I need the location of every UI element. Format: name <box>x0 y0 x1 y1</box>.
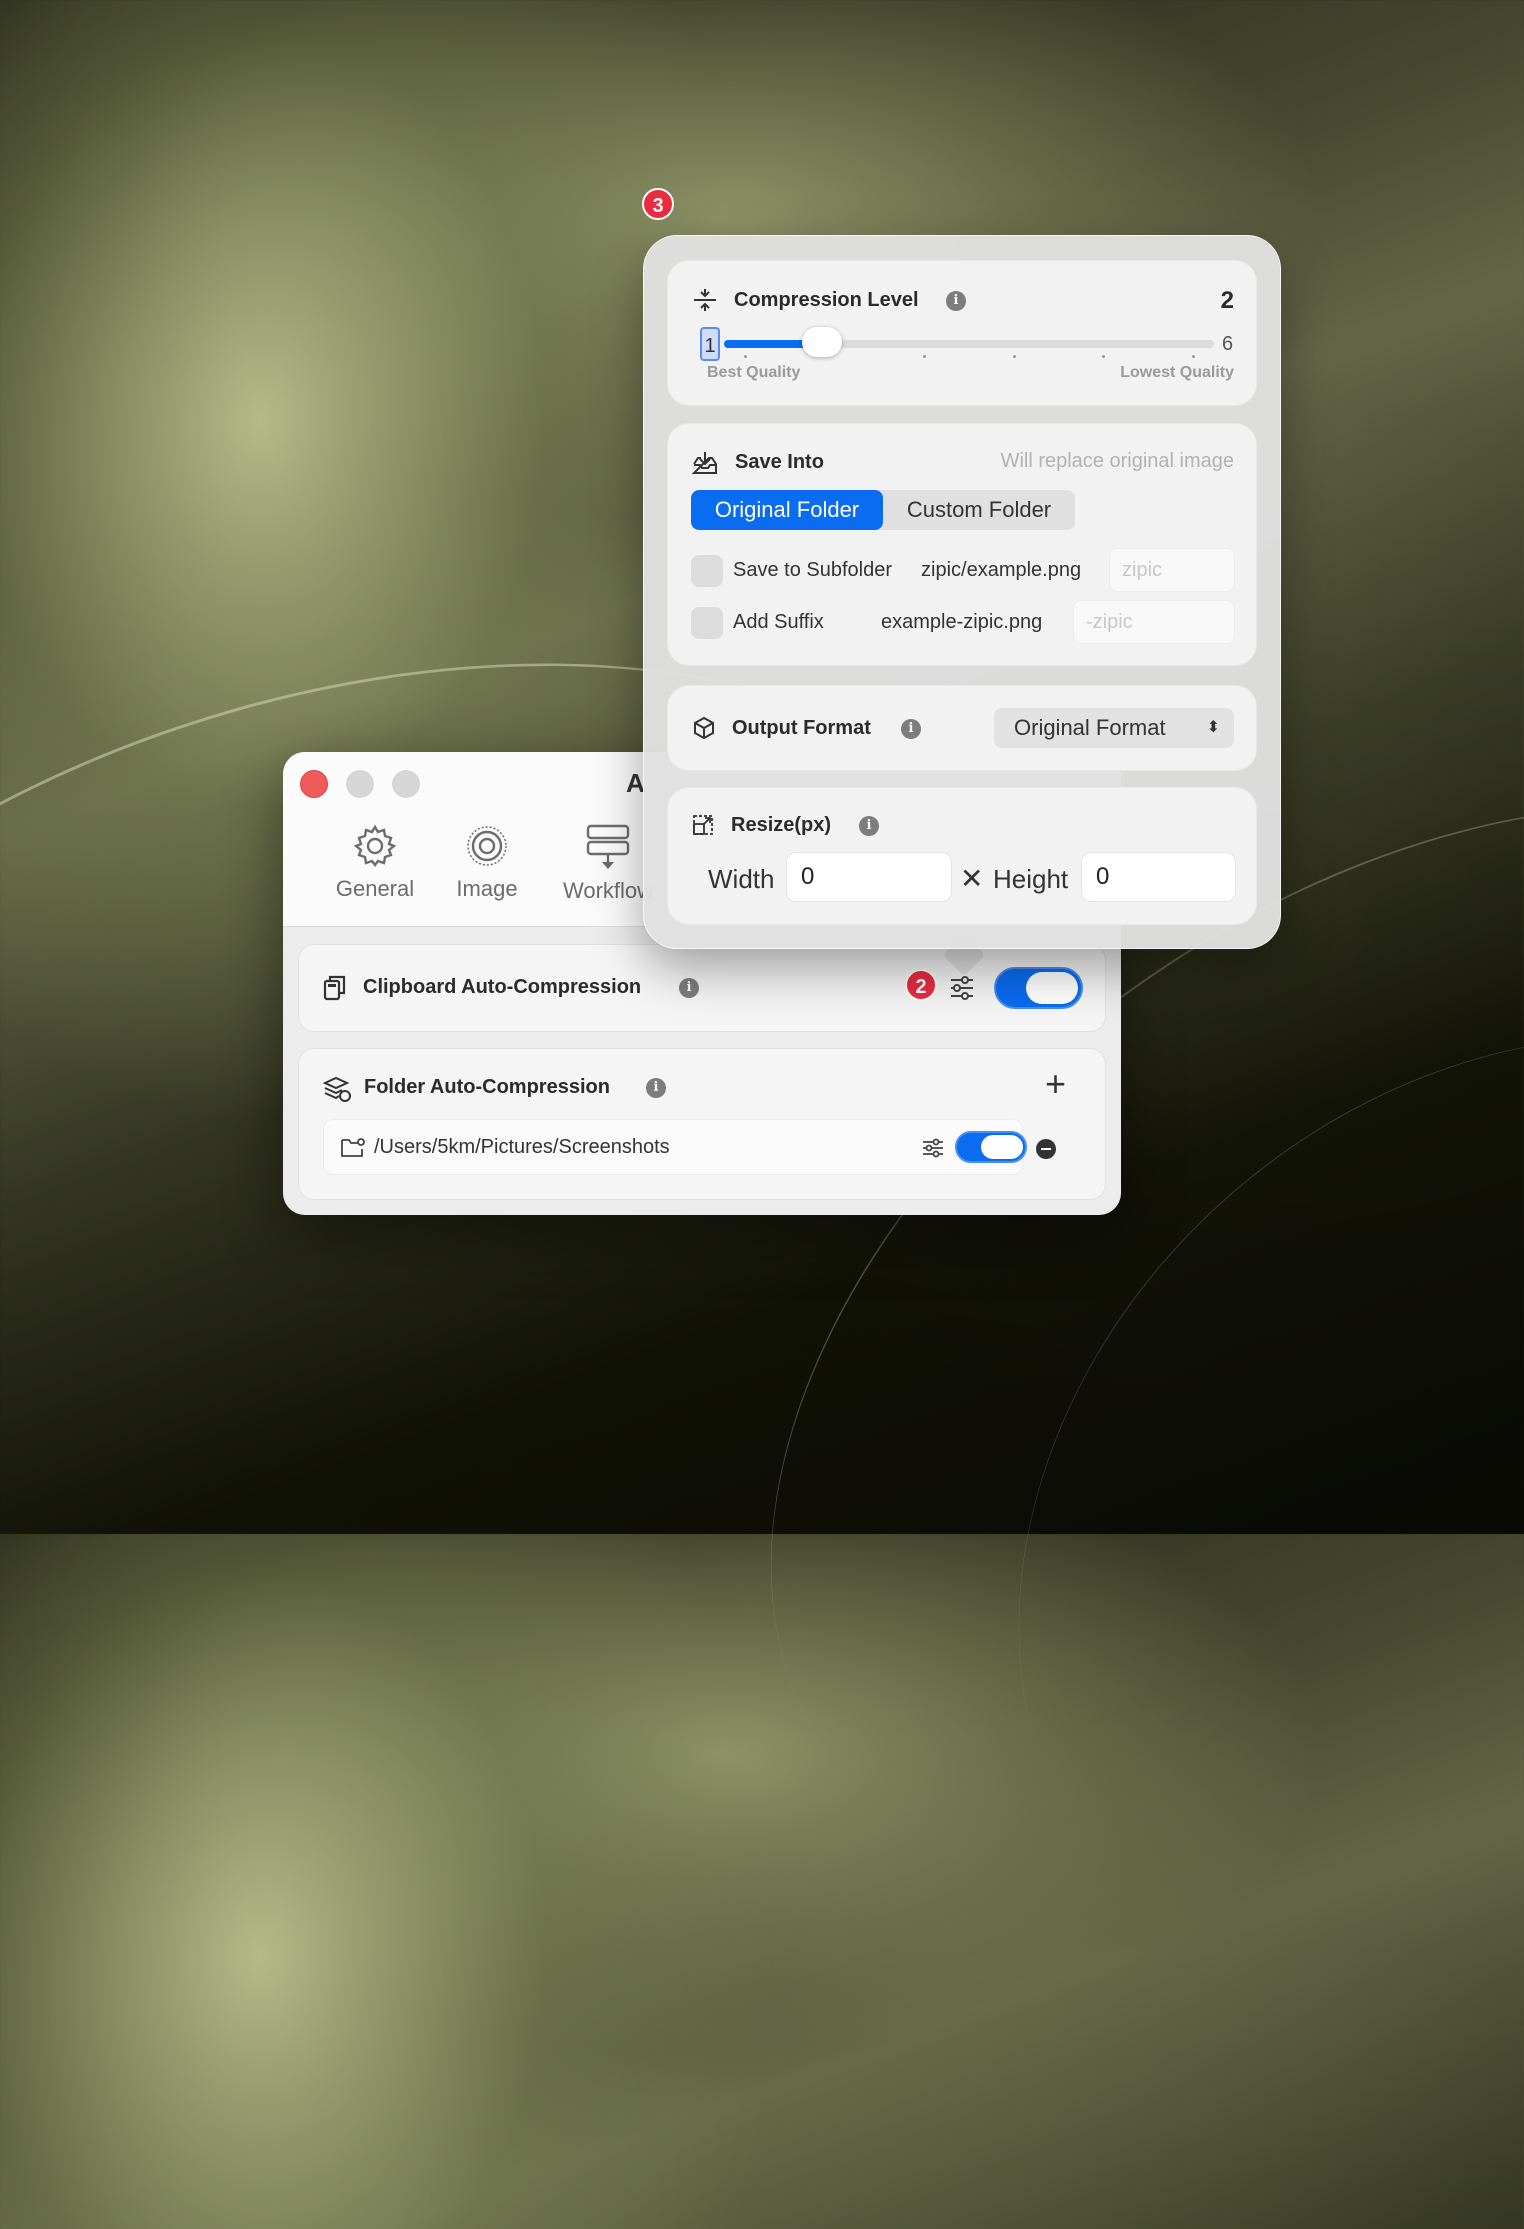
save-into-title: Save Into <box>735 451 824 473</box>
suffix-input[interactable]: -zipic <box>1073 600 1235 644</box>
compression-value: 2 <box>1220 287 1234 314</box>
suffix-label: Add Suffix <box>733 611 824 633</box>
tab-image-label: Image <box>456 876 518 901</box>
subfolder-checkbox[interactable] <box>691 555 723 587</box>
original-folder-option[interactable]: Original Folder <box>691 490 883 530</box>
output-format-select[interactable]: Original Format ⬍ <box>994 708 1234 748</box>
times-icon: ✕ <box>960 863 984 894</box>
add-folder-button[interactable]: + <box>1045 1063 1066 1105</box>
slider-tick <box>1102 355 1105 358</box>
toggle-knob <box>1026 972 1078 1004</box>
output-format-title: Output Format <box>732 717 871 739</box>
height-label: Height <box>993 864 1069 894</box>
step-badge: 3 <box>642 188 674 220</box>
minus-icon <box>1041 1148 1051 1150</box>
folder-path: /Users/5km/Pictures/Screenshots <box>374 1136 670 1158</box>
clipboard-title: Clipboard Auto-Compression <box>363 976 642 998</box>
slider-tick <box>1013 355 1016 358</box>
clipboard-icon <box>323 975 346 1001</box>
output-format-info-icon[interactable]: i <box>901 719 921 739</box>
tab-workflow-label: Workflow <box>562 878 654 903</box>
resize-info-icon[interactable]: i <box>859 816 879 836</box>
clipboard-card: Clipboard Auto-Compression i 2 <box>298 944 1106 1032</box>
slider-knob[interactable] <box>802 327 842 357</box>
compression-title: Compression Level <box>734 289 919 311</box>
output-format-value: Original Format <box>1014 715 1166 740</box>
save-hint: Will replace original image <box>1000 450 1234 472</box>
workflow-icon <box>586 824 630 869</box>
subfolder-example: zipic/example.png <box>921 559 1082 581</box>
gear-icon <box>353 824 397 867</box>
tab-image[interactable]: Image <box>445 824 529 902</box>
folder-gear-icon <box>341 1138 365 1157</box>
slider-tick <box>744 355 747 358</box>
slider-min-label: 1 <box>700 327 720 361</box>
save-tray-icon <box>692 452 717 474</box>
updown-chevron-icon: ⬍ <box>1206 719 1220 736</box>
width-input[interactable]: 0 <box>786 852 952 902</box>
zoom-button[interactable] <box>392 770 420 798</box>
custom-folder-option[interactable]: Custom Folder <box>883 490 1075 530</box>
folder-title: Folder Auto-Compression <box>364 1076 610 1098</box>
lowest-quality-caption: Lowest Quality <box>1120 364 1234 381</box>
sliders-icon[interactable] <box>949 975 975 1001</box>
subfolder-label: Save to Subfolder <box>733 559 892 581</box>
sliders-icon[interactable] <box>922 1138 944 1158</box>
tab-general[interactable]: General <box>328 824 422 902</box>
folder-card: Folder Auto-Compression i + /Users/5km/P… <box>298 1048 1106 1200</box>
image-target-icon <box>467 826 507 866</box>
folder-toggle[interactable] <box>955 1131 1027 1163</box>
toggle-knob <box>981 1135 1023 1159</box>
clipboard-info-icon[interactable]: i <box>679 978 699 998</box>
save-location-segmented: Original Folder Custom Folder <box>691 490 1075 530</box>
compress-icon <box>694 289 716 311</box>
slider-tick <box>923 355 926 358</box>
compression-settings-popover: Compression Level i 2 1 6 Best Quality L… <box>643 235 1281 949</box>
resize-icon <box>693 815 713 835</box>
resize-section: Resize(px) i Width 0 ✕ Height 0 <box>667 787 1257 925</box>
compression-info-icon[interactable]: i <box>946 291 966 311</box>
remove-folder-button[interactable] <box>1036 1139 1056 1159</box>
stack-icon <box>323 1076 351 1102</box>
folder-info-icon[interactable]: i <box>646 1078 666 1098</box>
best-quality-caption: Best Quality <box>707 364 801 381</box>
subfolder-input[interactable]: zipic <box>1109 548 1235 592</box>
step-badge: 2 <box>905 969 937 1001</box>
height-input[interactable]: 0 <box>1081 852 1236 902</box>
folder-path-row: /Users/5km/Pictures/Screenshots <box>323 1119 1027 1175</box>
slider-tick <box>1192 355 1195 358</box>
close-button[interactable] <box>300 770 328 798</box>
compression-slider[interactable] <box>724 340 1214 348</box>
slider-max-label: 6 <box>1222 333 1234 355</box>
width-label: Width <box>708 864 775 894</box>
suffix-checkbox[interactable] <box>691 607 723 639</box>
save-into-section: Save Into Will replace original image Or… <box>667 423 1257 666</box>
tab-general-label: General <box>335 876 415 901</box>
minimize-button[interactable] <box>346 770 374 798</box>
resize-title: Resize(px) <box>731 814 832 836</box>
clipboard-toggle[interactable] <box>994 967 1083 1009</box>
output-format-section: Output Format i Original Format ⬍ <box>667 685 1257 771</box>
cube-icon <box>694 716 714 740</box>
window-title: A <box>626 768 645 798</box>
compression-section: Compression Level i 2 1 6 Best Quality L… <box>667 260 1257 406</box>
suffix-example: example-zipic.png <box>881 611 1043 633</box>
